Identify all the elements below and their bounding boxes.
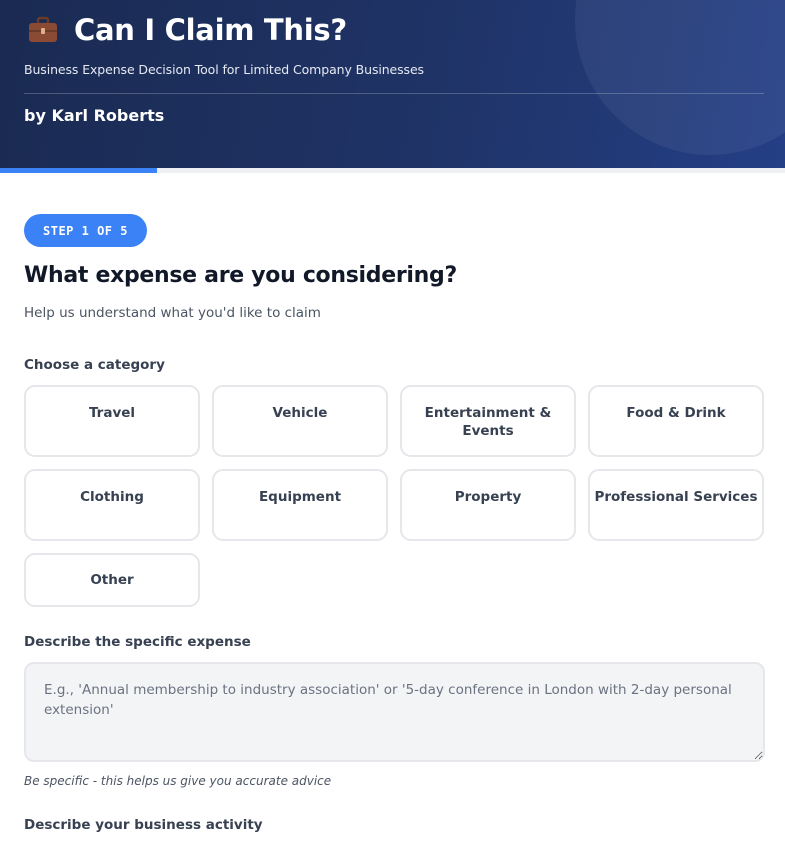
business-activity-label: Describe your business activity xyxy=(24,817,263,833)
category-option-clothing[interactable]: Clothing xyxy=(24,469,200,541)
category-option-property[interactable]: Property xyxy=(400,469,576,541)
expense-field-label: Describe the specific expense xyxy=(24,634,251,650)
category-label: Choose a category xyxy=(24,357,165,373)
app-subtitle: Business Expense Decision Tool for Limit… xyxy=(24,62,424,77)
expense-field-hint: Be specific - this helps us give you acc… xyxy=(24,774,332,788)
header-decoration xyxy=(575,0,785,155)
app-header: Can I Claim This? Business Expense Decis… xyxy=(0,0,785,168)
category-option-professional-services[interactable]: Professional Services xyxy=(588,469,764,541)
progress-fill xyxy=(0,168,157,173)
category-option-vehicle[interactable]: Vehicle xyxy=(212,385,388,457)
category-option-entertainment[interactable]: Entertainment & Events xyxy=(400,385,576,457)
category-option-other[interactable]: Other xyxy=(24,553,200,607)
expense-description-input[interactable] xyxy=(24,662,765,762)
step-subtitle: Help us understand what you'd like to cl… xyxy=(24,305,321,321)
step-title: What expense are you considering? xyxy=(24,263,457,288)
progress-bar xyxy=(0,168,785,173)
category-option-equipment[interactable]: Equipment xyxy=(212,469,388,541)
category-option-food-drink[interactable]: Food & Drink xyxy=(588,385,764,457)
step-badge: STEP 1 OF 5 xyxy=(24,214,147,247)
author-credit: by Karl Roberts xyxy=(24,106,165,125)
briefcase-icon xyxy=(29,16,57,42)
category-option-travel[interactable]: Travel xyxy=(24,385,200,457)
header-divider xyxy=(24,93,764,94)
category-grid: Travel Vehicle Entertainment & Events Fo… xyxy=(24,385,765,607)
app-title: Can I Claim This? xyxy=(74,13,347,47)
title-row: Can I Claim This? xyxy=(26,10,347,50)
